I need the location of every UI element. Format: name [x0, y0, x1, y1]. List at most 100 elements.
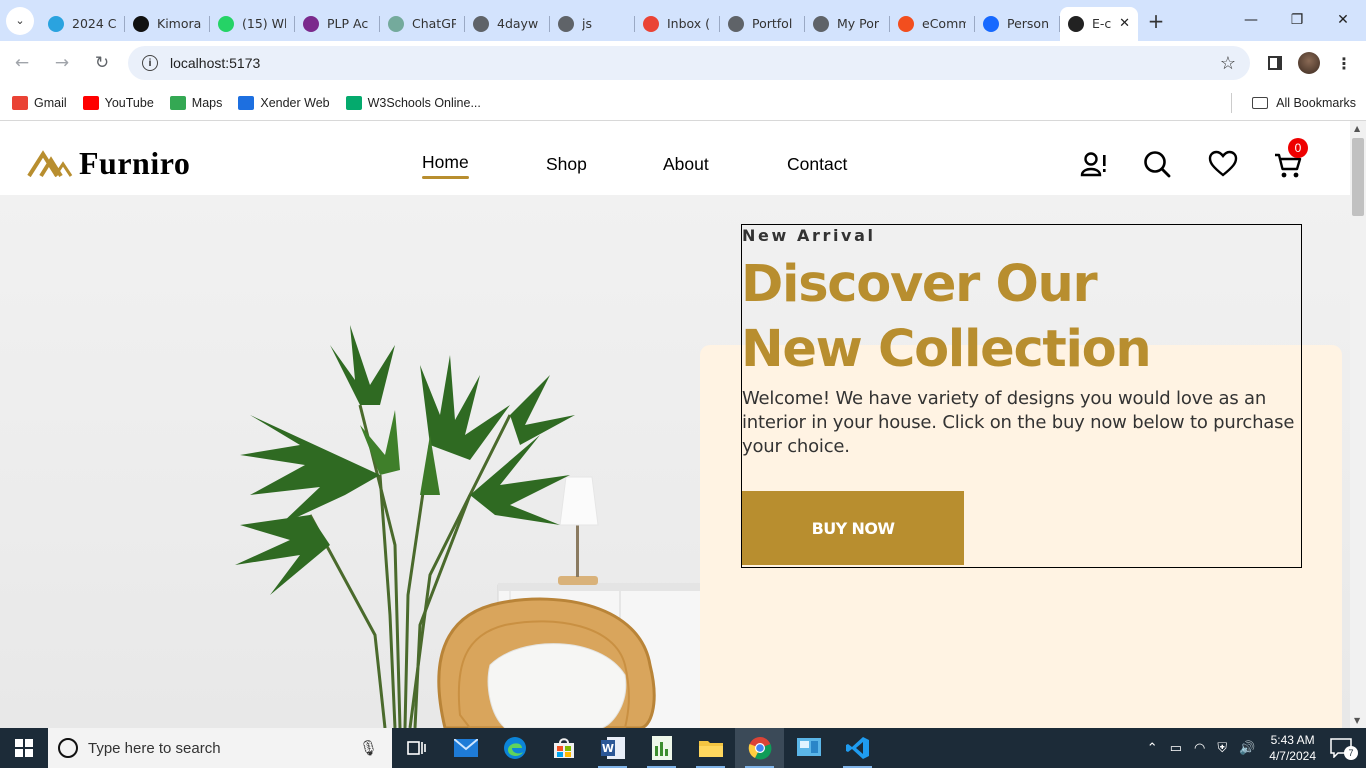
globe-icon	[728, 15, 744, 32]
nav-contact[interactable]: Contact	[787, 154, 847, 175]
tab-title: Inbox (	[667, 16, 711, 31]
windows-taskbar: Type here to search 🎙 W ⌃ ▭ ◠ ⛨ 🔊 5:43 A…	[0, 728, 1366, 768]
site-logo[interactable]: Furniro	[27, 145, 190, 182]
tab-search-button[interactable]: ⌄	[0, 0, 40, 41]
close-tab-icon[interactable]: ✕	[1119, 16, 1130, 31]
more-menu-icon[interactable]: ⋮	[1336, 54, 1352, 73]
chevron-down-icon: ⌄	[6, 6, 34, 35]
search-icon[interactable]	[1143, 150, 1171, 178]
tab-title: Person	[1007, 16, 1050, 31]
tab-title: js	[582, 16, 592, 31]
system-tray: ⌃ ▭ ◠ ⛨ 🔊 5:43 AM 4/7/2024 7	[1141, 728, 1366, 768]
site-info-icon[interactable]: i	[142, 55, 158, 71]
youtube-icon	[82, 95, 99, 110]
folder-icon	[1252, 96, 1269, 109]
browser-tab[interactable]: PLP Ac	[295, 7, 380, 41]
battery-icon[interactable]: ▭	[1170, 740, 1182, 756]
bookmarks-bar: Gmail YouTube Maps Xender Web W3Schools Onli…	[0, 85, 1366, 121]
notification-center-button[interactable]: 7	[1330, 738, 1358, 760]
close-window-button[interactable]: ✕	[1320, 0, 1366, 40]
tab-title: ChatGP	[412, 16, 456, 31]
side-panel-icon[interactable]	[1268, 56, 1282, 70]
browser-tab[interactable]: (15) Wh	[210, 7, 295, 41]
tab-title: E-c	[1092, 16, 1112, 31]
bookmark-item[interactable]: Gmail	[12, 95, 67, 110]
figma-icon	[898, 15, 914, 32]
arrow-left-icon: ←	[14, 53, 30, 73]
browser-tab[interactable]: Person	[975, 7, 1060, 41]
browser-tab[interactable]: 2024 C	[40, 7, 125, 41]
nav-about[interactable]: About	[663, 154, 709, 175]
taskbar-vscode[interactable]	[833, 728, 882, 768]
taskbar-word[interactable]: W	[588, 728, 637, 768]
start-button[interactable]	[0, 728, 48, 768]
profile-avatar[interactable]	[1298, 52, 1320, 74]
reload-button[interactable]: ↻	[84, 45, 120, 81]
all-bookmarks-button[interactable]: All Bookmarks	[1252, 96, 1356, 110]
bookmark-star-icon[interactable]: ☆	[1220, 53, 1236, 74]
taskbar-control-panel[interactable]	[784, 728, 833, 768]
browser-tab[interactable]: Inbox (	[635, 7, 720, 41]
taskbar-chrome[interactable]	[735, 728, 784, 768]
scroll-down-arrow-icon[interactable]: ▼	[1354, 716, 1360, 725]
account-icon[interactable]	[1080, 150, 1108, 178]
bookmark-item[interactable]: YouTube	[82, 95, 154, 110]
browser-tab[interactable]: ChatGP	[380, 7, 465, 41]
security-icon[interactable]: ⛨	[1217, 740, 1227, 756]
globe-icon	[813, 15, 829, 32]
tab-title: 2024 C	[72, 16, 116, 31]
file-explorer-icon	[698, 741, 723, 757]
bookmark-label: Xender Web	[260, 95, 330, 110]
windows-logo-icon	[15, 739, 33, 757]
nav-home[interactable]: Home	[422, 152, 469, 179]
chevron-up-icon[interactable]: ⌃	[1147, 740, 1158, 756]
all-bookmarks-label: All Bookmarks	[1276, 95, 1356, 110]
xender-icon	[238, 95, 255, 110]
browser-tab[interactable]: Kimora	[125, 7, 210, 41]
scroll-up-arrow-icon[interactable]: ▲	[1354, 124, 1360, 133]
bookmark-item[interactable]: W3Schools Online...	[345, 95, 481, 110]
browser-tab[interactable]: E-c ✕	[1060, 6, 1138, 41]
github-icon	[133, 15, 149, 32]
taskbar-search[interactable]: Type here to search 🎙	[48, 728, 392, 768]
nav-shop[interactable]: Shop	[546, 154, 587, 175]
scrollbar-thumb[interactable]	[1352, 138, 1364, 216]
bookmark-label: Maps	[191, 95, 223, 110]
hero-section	[0, 195, 1350, 728]
taskbar-explorer[interactable]	[686, 728, 735, 768]
taskbar-edge[interactable]	[490, 728, 539, 768]
new-tab-button[interactable]: +	[1138, 9, 1174, 33]
back-button[interactable]: ←	[4, 45, 40, 81]
buy-now-button[interactable]: BUY NOW	[742, 491, 964, 565]
site-header: Furniro Home Shop About Contact 0	[0, 121, 1350, 195]
task-view-button[interactable]	[392, 728, 441, 768]
heart-icon[interactable]	[1208, 150, 1238, 178]
browser-tab[interactable]: Portfol	[720, 7, 805, 41]
page-scrollbar[interactable]: ▲ ▼	[1350, 121, 1366, 728]
wifi-icon[interactable]: ◠	[1194, 740, 1205, 756]
browser-tab[interactable]: My Por	[805, 7, 890, 41]
minimize-button[interactable]: —	[1228, 0, 1274, 40]
header-actions	[1080, 150, 1310, 182]
taskbar-store[interactable]	[539, 728, 588, 768]
tab-title: My Por	[837, 16, 880, 31]
edge-icon	[503, 737, 526, 759]
address-bar[interactable]: i localhost:5173 ☆	[128, 46, 1250, 80]
bookmark-item[interactable]: Maps	[169, 95, 223, 110]
taskbar-sheet-app[interactable]	[637, 728, 686, 768]
bookmark-item[interactable]: Xender Web	[238, 95, 330, 110]
behance-icon	[983, 15, 999, 32]
browser-tab[interactable]: eComm	[890, 7, 975, 41]
taskbar-mail[interactable]	[441, 728, 490, 768]
taskbar-search-placeholder: Type here to search	[88, 739, 221, 757]
browser-tab[interactable]: 4dayw	[465, 7, 550, 41]
furniro-logo-icon	[27, 149, 73, 177]
microphone-icon[interactable]: 🎙	[359, 739, 378, 757]
browser-tab[interactable]: js	[550, 7, 635, 41]
web-page: Furniro Home Shop About Contact 0 New Ar…	[0, 121, 1350, 728]
system-clock[interactable]: 5:43 AM 4/7/2024	[1269, 732, 1316, 764]
forward-button[interactable]: →	[44, 45, 80, 81]
restore-button[interactable]: ❐	[1274, 0, 1320, 40]
volume-icon[interactable]: 🔊	[1239, 740, 1255, 756]
tab-title: (15) Wh	[242, 16, 286, 31]
